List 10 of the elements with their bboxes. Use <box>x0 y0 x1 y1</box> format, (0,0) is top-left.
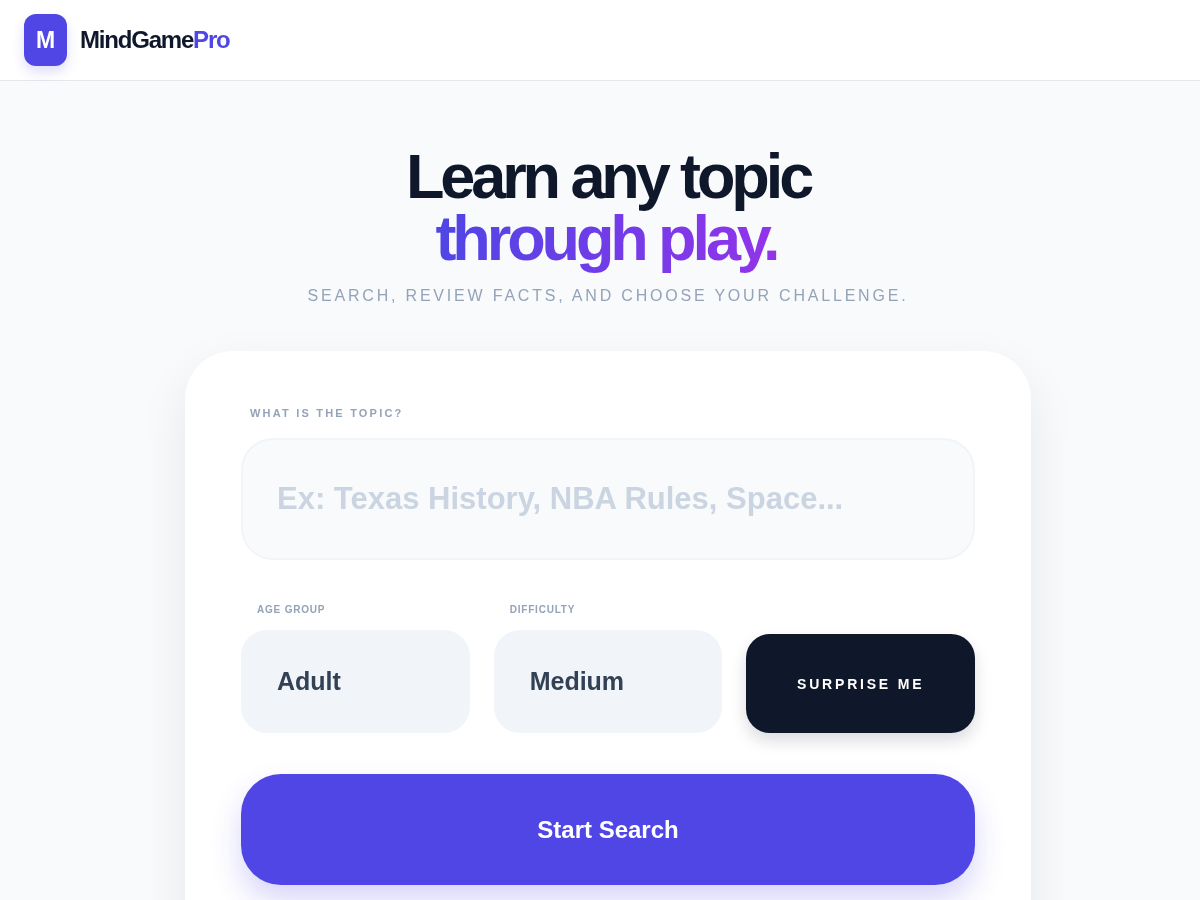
tagline: SEARCH, REVIEW FACTS, AND CHOOSE YOUR CHALLENGE. <box>307 287 909 305</box>
logo-icon: M <box>24 14 67 66</box>
field-label: WHAT IS THE TOPIC? <box>249 407 405 419</box>
surprise-button[interactable]: SURPRISE ME <box>746 634 975 733</box>
field-label: DIFFICULTY <box>508 604 577 615</box>
start-search-button[interactable]: Start Search <box>241 774 975 885</box>
brand-name: MindGamePro <box>80 26 230 54</box>
select-field[interactable]: Adult <box>241 630 470 733</box>
field-label: AGE GROUP <box>256 604 327 615</box>
select-field[interactable]: Medium <box>493 630 723 733</box>
